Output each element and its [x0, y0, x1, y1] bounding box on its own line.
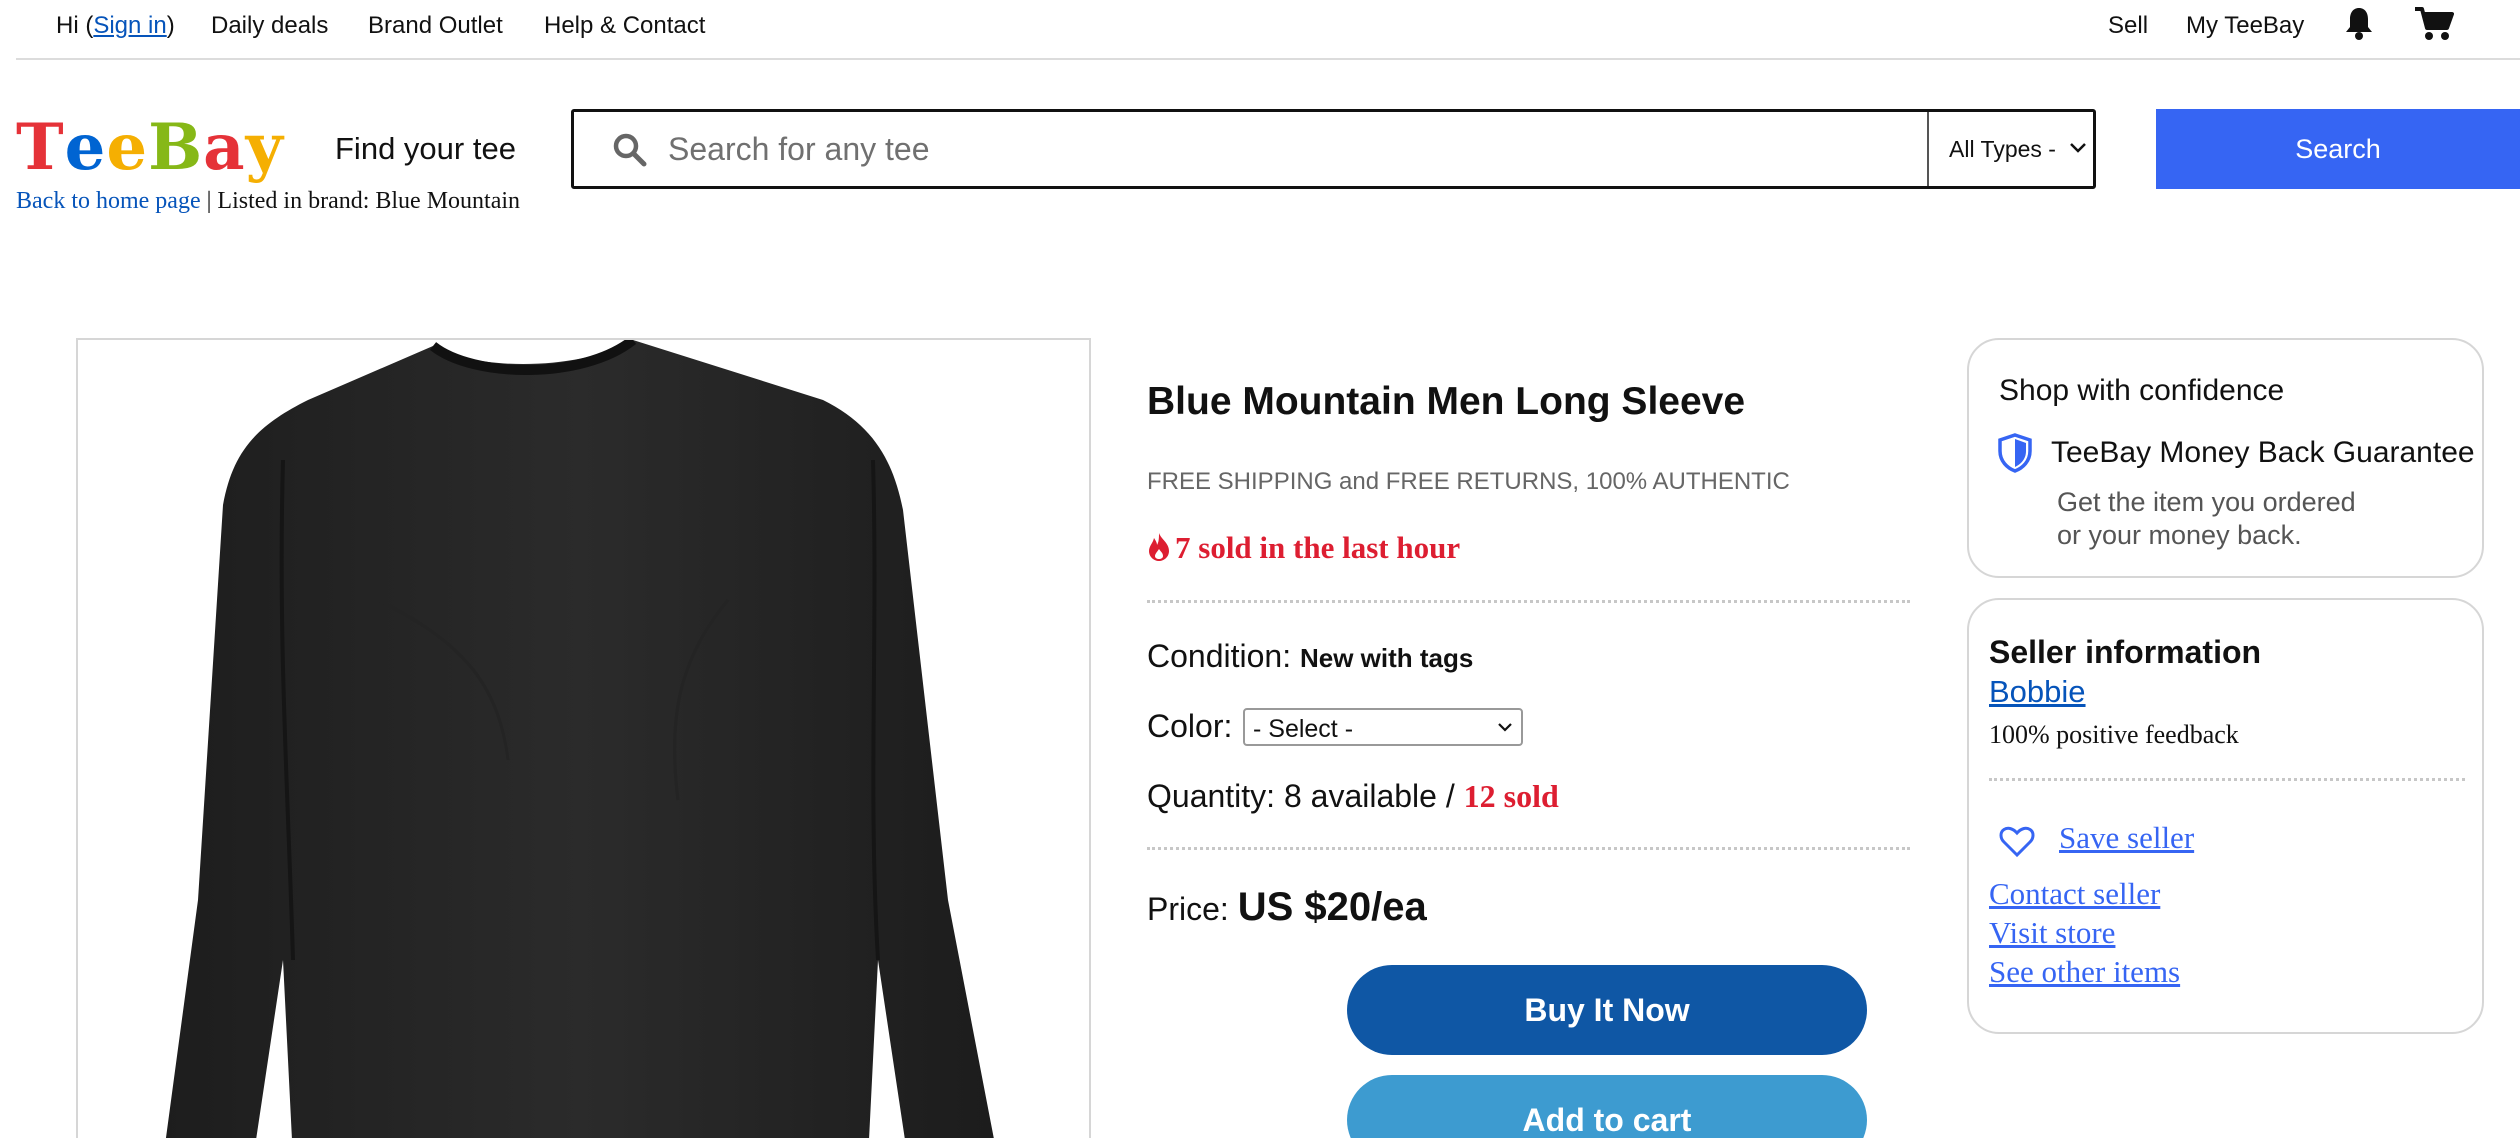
- logo-letter: e: [64, 110, 107, 185]
- daily-deals-link[interactable]: Daily deals: [211, 12, 328, 40]
- seller-heading: Seller information: [1989, 634, 2262, 670]
- search-icon: [612, 132, 648, 173]
- chevron-down-icon: [2070, 143, 2086, 153]
- greeting-prefix: Hi (: [56, 12, 94, 39]
- breadcrumb: Back to home page | Listed in brand: Blu…: [16, 188, 520, 215]
- seller-feedback: 100% positive feedback: [1989, 720, 2239, 749]
- cart-icon[interactable]: [2414, 6, 2454, 47]
- greeting: Hi (Sign in): [56, 12, 175, 40]
- quantity-label: Quantity: 8 available /: [1147, 778, 1464, 814]
- shield-icon: [1997, 433, 2033, 478]
- greeting-suffix: ): [166, 12, 175, 39]
- bell-icon[interactable]: [2344, 6, 2374, 45]
- money-back-guarantee: TeeBay Money Back Guarantee: [2051, 436, 2475, 469]
- logo-letter: T: [16, 110, 65, 185]
- logo-letter: B: [148, 110, 204, 185]
- divider: [1989, 778, 2465, 781]
- sold-last-hour: 7 sold in the last hour: [1147, 530, 1460, 566]
- condition-row: Condition: New with tags: [1147, 638, 1473, 675]
- guarantee-line-1: Get the item you ordered: [2057, 487, 2356, 517]
- buy-it-now-button[interactable]: Buy It Now: [1347, 965, 1867, 1055]
- shop-confidence-panel: Shop with confidence TeeBay Money Back G…: [1967, 338, 2484, 578]
- sign-in-link[interactable]: Sign in: [93, 12, 166, 39]
- back-home-link[interactable]: Back to home page: [16, 188, 201, 214]
- visit-store-link[interactable]: Visit store: [1989, 915, 2115, 951]
- product-image[interactable]: [76, 338, 1091, 1138]
- heart-icon[interactable]: [1999, 826, 2035, 863]
- guarantee-line-2: or your money back.: [2057, 520, 2302, 550]
- price-value: US $20/ea: [1237, 885, 1427, 929]
- category-select[interactable]: All Types -: [1927, 112, 2096, 186]
- chevron-down-icon: [1498, 723, 1512, 732]
- search-button[interactable]: Search: [2156, 109, 2520, 189]
- category-select-value: All Types -: [1949, 136, 2056, 162]
- seller-name-link[interactable]: Bobbie: [1989, 674, 2086, 710]
- flame-icon: [1149, 533, 1169, 561]
- logo-letter: a: [203, 110, 246, 185]
- confidence-heading: Shop with confidence: [1999, 374, 2285, 407]
- color-select-value: - Select -: [1253, 715, 1354, 743]
- guarantee-description: Get the item you ordered or your money b…: [2057, 486, 2356, 552]
- teebay-logo[interactable]: TeeBay: [16, 112, 284, 184]
- shipping-info: FREE SHIPPING and FREE RETURNS, 100% AUT…: [1147, 468, 1790, 495]
- add-to-cart-button[interactable]: Add to cart: [1347, 1075, 1867, 1138]
- divider: [1147, 847, 1910, 850]
- product-title: Blue Mountain Men Long Sleeve: [1147, 380, 1746, 423]
- see-other-items-link[interactable]: See other items: [1989, 954, 2180, 990]
- seller-info-panel: Seller information Bobbie 100% positive …: [1967, 598, 2484, 1034]
- brand-outlet-link[interactable]: Brand Outlet: [368, 12, 503, 40]
- top-nav: Hi (Sign in) Daily deals Brand Outlet He…: [16, 0, 2520, 60]
- condition-label: Condition:: [1147, 638, 1292, 674]
- price-label: Price:: [1147, 891, 1229, 927]
- save-seller-link[interactable]: Save seller: [2059, 820, 2194, 856]
- color-label: Color:: [1147, 708, 1233, 744]
- tagline: Find your tee: [335, 131, 516, 166]
- search-box: All Types -: [571, 109, 2096, 189]
- quantity-sold: 12 sold: [1463, 778, 1559, 814]
- help-contact-link[interactable]: Help & Contact: [544, 12, 705, 40]
- color-select[interactable]: - Select -: [1243, 708, 1523, 746]
- sell-link[interactable]: Sell: [2108, 12, 2148, 40]
- quantity-row: Quantity: 8 available / 12 sold: [1147, 778, 1559, 815]
- divider: [1147, 600, 1910, 603]
- my-teebay-link[interactable]: My TeeBay: [2186, 12, 2304, 40]
- sold-last-hour-text: 7 sold in the last hour: [1175, 530, 1461, 565]
- condition-value: New with tags: [1299, 643, 1474, 673]
- listed-in-text: | Listed in brand: Blue Mountain: [200, 188, 521, 214]
- price-row: Price: US $20/ea: [1147, 885, 1427, 930]
- logo-letter: e: [106, 110, 149, 185]
- contact-seller-link[interactable]: Contact seller: [1989, 876, 2160, 912]
- logo-letter: y: [245, 110, 284, 185]
- search-input[interactable]: [668, 124, 1668, 174]
